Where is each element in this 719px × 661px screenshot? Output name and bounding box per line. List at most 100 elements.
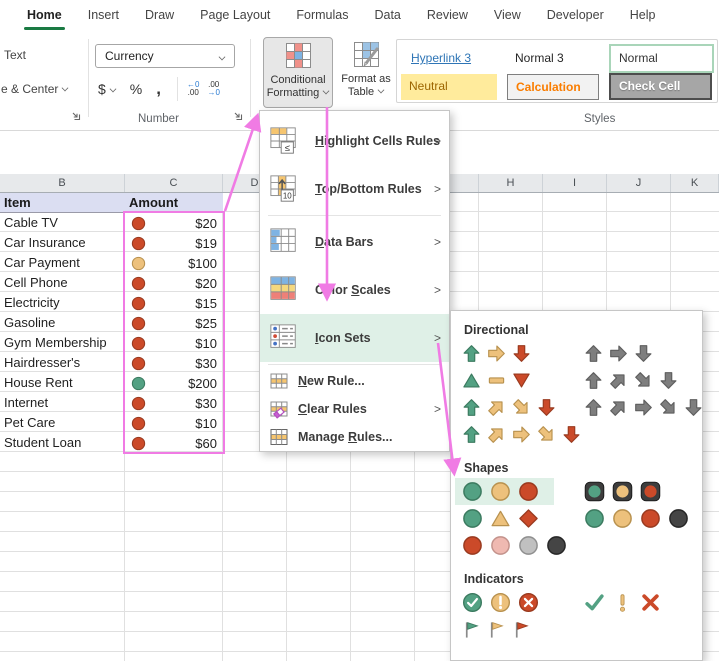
accounting-format-button[interactable]: $ <box>98 81 116 97</box>
tab-help[interactable]: Help <box>617 0 669 31</box>
directional-arrow-icon <box>659 371 678 390</box>
shape-circle-icon <box>612 508 633 529</box>
percent-style-button[interactable]: % <box>130 81 142 97</box>
chevron-down-icon <box>62 85 69 92</box>
menu-separator <box>268 215 441 216</box>
submenu-arrow-icon: > <box>434 331 441 345</box>
menu-item-color-scales[interactable]: Color Scales > <box>260 266 449 314</box>
number-format-dropdown[interactable]: Currency <box>95 44 235 68</box>
directional-arrow-icon <box>659 398 678 417</box>
icon-set-row <box>459 505 702 532</box>
icon-sets-icon <box>269 323 299 353</box>
comma-style-button[interactable]: , <box>156 79 161 99</box>
directional-arrow-icon <box>487 425 506 444</box>
directional-arrow-icon <box>537 398 556 417</box>
icon-set-3-symbols-circled[interactable] <box>459 591 549 614</box>
directional-arrow-icon <box>634 371 653 390</box>
icon-set-5-arrows-colored[interactable] <box>459 423 590 446</box>
icon-set-3-symbols-uncircled[interactable] <box>581 591 671 614</box>
tab-data[interactable]: Data <box>361 0 413 31</box>
alignment-dialog-launcher-icon[interactable] <box>70 110 81 121</box>
tab-home[interactable]: Home <box>14 0 75 31</box>
traffic-light-icon <box>584 481 605 502</box>
shape-circle-icon <box>462 535 483 556</box>
icon-set-3-arrows-colored[interactable] <box>459 342 540 365</box>
svg-text:≤: ≤ <box>285 143 290 153</box>
svg-text:10: 10 <box>283 191 292 200</box>
number-dialog-launcher-icon[interactable] <box>232 110 243 121</box>
menu-item-data-bars[interactable]: Data Bars > <box>260 218 449 266</box>
table-row: Car Payment$100 <box>0 253 223 273</box>
table-row: Electricity$15 <box>0 293 223 313</box>
color-scales-icon <box>269 275 299 305</box>
style-normal3[interactable]: Normal 3 <box>507 46 599 72</box>
menu-item-highlight-cells-rules[interactable]: ≤ Highlight Cells Rules > <box>260 117 449 165</box>
submenu-arrow-icon: > <box>434 134 441 148</box>
menu-item-icon-sets[interactable]: Icon Sets > <box>260 314 449 362</box>
tab-page-layout[interactable]: Page Layout <box>187 0 283 31</box>
shape-circle-icon <box>462 508 483 529</box>
budget-table: Item Amount Cable TV$20 Car Insurance$19… <box>0 193 223 453</box>
directional-arrow-icon <box>562 425 581 444</box>
directional-arrow-icon <box>487 344 506 363</box>
column-header-b[interactable]: B <box>0 174 125 192</box>
style-normal[interactable]: Normal <box>609 44 714 73</box>
icon-set-row <box>459 421 702 448</box>
style-calculation[interactable]: Calculation <box>507 74 599 100</box>
menu-separator <box>268 364 441 365</box>
cell-icon <box>131 356 146 371</box>
format-as-table-button[interactable]: Format as Table <box>337 37 395 108</box>
tab-formulas[interactable]: Formulas <box>283 0 361 31</box>
traffic-light-icon <box>640 481 661 502</box>
cell-icon <box>131 236 146 251</box>
icon-set-3-traffic-lights-unrimmed[interactable] <box>455 478 554 505</box>
directional-arrow-icon <box>684 398 703 417</box>
directional-section-heading: Directional <box>464 323 702 337</box>
icon-set-4-arrows-colored[interactable] <box>459 396 565 419</box>
amount-header-cell[interactable]: Amount <box>125 193 223 212</box>
tab-developer[interactable]: Developer <box>534 0 617 31</box>
wrap-text-button[interactable]: Text <box>4 48 26 62</box>
separator <box>177 77 178 101</box>
menu-item-manage-rules[interactable]: Manage Rules... <box>260 423 449 451</box>
table-row: Internet$30 <box>0 393 223 413</box>
column-header-j[interactable]: J <box>607 174 671 192</box>
tab-review[interactable]: Review <box>414 0 481 31</box>
check-mark-icon <box>584 592 605 613</box>
chevron-down-icon <box>109 86 116 93</box>
cell-icon <box>131 376 146 391</box>
icon-set-4-traffic-lights[interactable] <box>581 507 699 530</box>
menu-item-top-bottom-rules[interactable]: 10 Top/Bottom Rules > <box>260 165 449 213</box>
column-header-c[interactable]: C <box>125 174 223 192</box>
item-header-cell[interactable]: Item <box>0 193 125 212</box>
cell-icon <box>131 436 146 451</box>
directional-arrow-icon <box>584 371 603 390</box>
chevron-down-icon <box>323 88 330 95</box>
menu-item-clear-rules[interactable]: Clear Rules > <box>260 395 449 423</box>
icon-set-red-to-black[interactable] <box>459 534 577 557</box>
style-hyperlink3[interactable]: Hyperlink 3 <box>403 46 495 72</box>
table-row: Gasoline$25 <box>0 313 223 333</box>
icon-set-3-triangles[interactable] <box>459 369 540 392</box>
icon-set-3-arrows-gray[interactable] <box>581 342 662 365</box>
decrease-decimal-button[interactable]: .00 →0 <box>207 81 219 97</box>
menu-item-new-rule[interactable]: New Rule... <box>260 367 449 395</box>
icon-set-3-signs[interactable] <box>459 507 549 530</box>
column-header-k[interactable]: K <box>671 174 719 192</box>
icon-set-4-arrows-gray[interactable] <box>581 369 687 392</box>
column-header-i[interactable]: I <box>543 174 607 192</box>
merge-center-button[interactable]: e & Center <box>1 82 68 96</box>
icon-set-5-arrows-gray[interactable] <box>581 396 712 419</box>
increase-decimal-button[interactable]: ←0 .00 <box>187 81 199 97</box>
style-check-cell[interactable]: Check Cell <box>609 73 712 100</box>
style-neutral[interactable]: Neutral <box>401 74 497 100</box>
conditional-formatting-button[interactable]: Conditional Formatting <box>263 37 333 108</box>
column-header-h[interactable]: H <box>479 174 543 192</box>
cell-icon <box>131 336 146 351</box>
tab-insert[interactable]: Insert <box>75 0 132 31</box>
tab-draw[interactable]: Draw <box>132 0 187 31</box>
icon-set-3-traffic-lights-rimmed[interactable] <box>581 480 671 503</box>
tab-view[interactable]: View <box>481 0 534 31</box>
shape-circle-icon <box>518 481 539 502</box>
icon-set-3-flags[interactable] <box>459 618 540 641</box>
